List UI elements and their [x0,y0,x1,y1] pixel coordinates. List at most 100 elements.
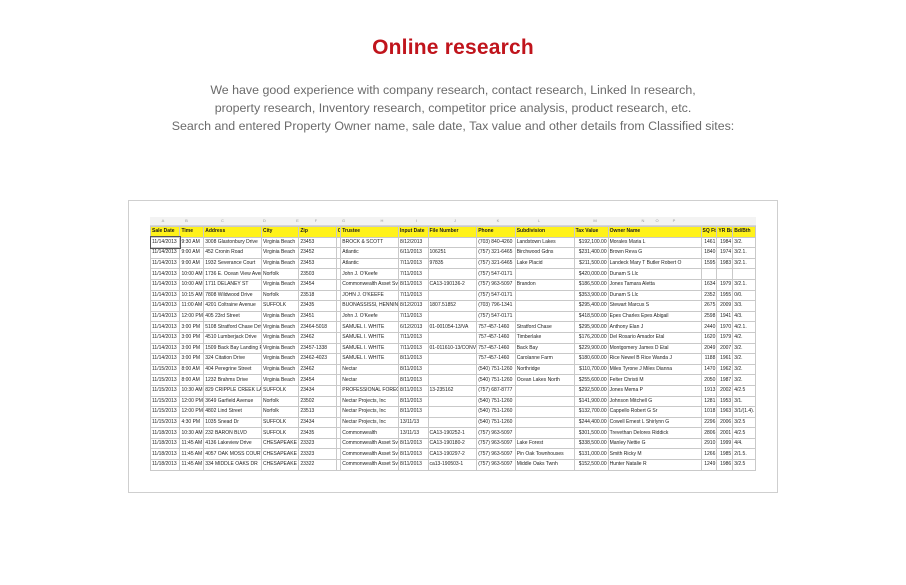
table-cell: 11/18/2013 [150,459,181,471]
table-cell: 12:00 PM [179,395,205,408]
table-cell: SUFFOLK [260,416,300,429]
table-cell: 2296 [700,416,718,429]
table-cell: $229,900.00 [573,342,609,355]
table-row: 11/18/2013 11:45 AM 4057 OAK MOSS COURT CHE… [150,448,756,461]
table-cell: 23454 [298,278,337,291]
table-row: 11/14/2013 9:30 AM 3008 Glastonbury Drive V… [150,236,756,249]
table-cell: 1962 [716,363,734,376]
table-cell: 11/14/2013 [150,268,181,280]
table-cell: 11/15/2013 [150,374,181,386]
table-cell: 12:00 PM [179,310,205,323]
table-cell: Dunam S Llc [607,289,702,302]
table-cell: 1961 [716,353,734,365]
table-cell: Nectar [340,363,400,376]
table-cell: 1470 [700,363,718,376]
table-cell: 23435 [298,300,337,312]
table-cell: 5108 Stratford Chase Drive [203,321,262,333]
table-cell: Nectar Projects, Inc [340,395,400,408]
table-cell: 23434 [298,384,337,397]
table-cell: 11/14/2013 [150,342,181,355]
table-cell: $418,500.00 [573,310,609,323]
table-cell: $131,000.00 [573,448,609,461]
column-letter: L [537,218,541,223]
table-cell: 1232 Brahms Drive [203,374,262,386]
column-header: C [335,226,342,238]
table-cell: 2009 [716,300,734,312]
table-row: 11/14/2013 10:00 AM 1736 E. Ocean View Ave… [150,268,756,280]
table-cell: 4802 Lind Street [203,406,262,418]
table-cell: 1807.51852 [427,300,478,312]
table-cell: Ocean Lakes North [514,374,575,386]
table-cell [427,310,478,323]
table-row: 11/14/2013 9:00 AM 452 Cronin Road Virginia… [150,247,756,259]
table-cell: 10:15 AM [179,289,205,302]
table-cell [427,395,478,408]
table-cell: 7/11/2013 [398,289,429,302]
column-header: Subdivision [514,226,575,238]
table-cell: $110,700.00 [573,363,609,376]
table-cell: Cappello Robert G Sr [607,406,702,418]
table-cell: Nectar Projects, Inc [340,416,400,429]
table-cell: 1913 [700,384,718,397]
table-cell: 8/11/2013 [398,406,429,418]
column-header: Owner Name [607,226,702,238]
table-cell [427,416,478,429]
table-cell: 01-001054-13/VA [427,321,478,333]
column-header: Phone [476,226,516,238]
column-header: Address [203,226,262,238]
table-cell: 23462 [298,331,337,344]
table-cell: Virginia Beach [260,257,300,270]
table-cell: Felter Christi M [607,374,702,386]
table-cell: 8:00 AM [179,363,205,376]
table-cell: 4201 Coltraine Avenue [203,300,262,312]
table-cell: 3/2. [732,363,756,376]
table-cell: Manley Nettie G [607,437,702,450]
table-cell: (540) 751-1260 [476,374,516,386]
table-cell: Nectar Projects, Inc [340,406,400,418]
table-cell: 1984 [716,236,734,249]
table-cell: Montgomery James D Etal [607,342,702,355]
table-cell: $176,200.00 [573,331,609,344]
table-cell [514,416,575,429]
table-cell: Virginia Beach [260,247,300,259]
table-cell: Cowell Ernest L Shirlynn G [607,416,702,429]
table-cell: $420,000.00 [573,268,609,280]
table-cell: 97835 [427,257,478,270]
table-cell: 6/11/2013 [398,247,429,259]
table-cell: 10:30 AM [179,384,205,397]
table-cell: SAMUEL I. WHITE [340,342,400,355]
table-cell: 11/14/2013 [150,321,181,333]
table-row: 11/18/2013 10:30 AM 232 BARON BLVD SUFFOLK 2… [150,427,756,439]
table-cell: 23518 [298,289,337,302]
table-cell: 11/14/2013 [150,247,181,259]
table-cell: $353,900.00 [573,289,609,302]
table-cell [427,406,478,418]
table-cell: 3/2. [732,374,756,386]
table-cell: 23502 [298,395,337,408]
intro-line: property research, Inventory research, c… [214,101,692,115]
column-header: Zip [298,226,337,238]
table-cell: 324 Citation Drive [203,353,262,365]
column-header: City [260,226,300,238]
table-cell: 8/11/2013 [398,459,429,471]
column-header: Tax Value [573,226,609,238]
table-cell: $244,400.00 [573,416,609,429]
table-cell: 9:00 AM [179,257,205,270]
table-cell: Atlantic [340,247,400,259]
table-cell: Brown Reva G [607,247,702,259]
table-cell: Nectar [340,374,400,386]
column-letter: J [454,218,456,223]
table-cell: CA13-190136-2 [427,278,478,291]
table-cell: SUFFOLK [260,384,300,397]
table-cell: Landstown Lakes [514,236,575,249]
table-cell: Commonwealth [340,427,400,439]
intro-text: We have good experience with company res… [0,81,906,135]
table-cell: Dunam S Llc [607,268,702,280]
table-cell: 11/18/2013 [150,448,181,461]
table-cell: 1983 [716,257,734,270]
table-cell [716,268,734,280]
table-cell: Norfolk [260,268,300,280]
table-cell: 10:00 AM [179,268,205,280]
table-cell: 23322 [298,459,337,471]
table-row: 11/14/2013 11:00 AM 4201 Coltraine Avenue S… [150,300,756,312]
